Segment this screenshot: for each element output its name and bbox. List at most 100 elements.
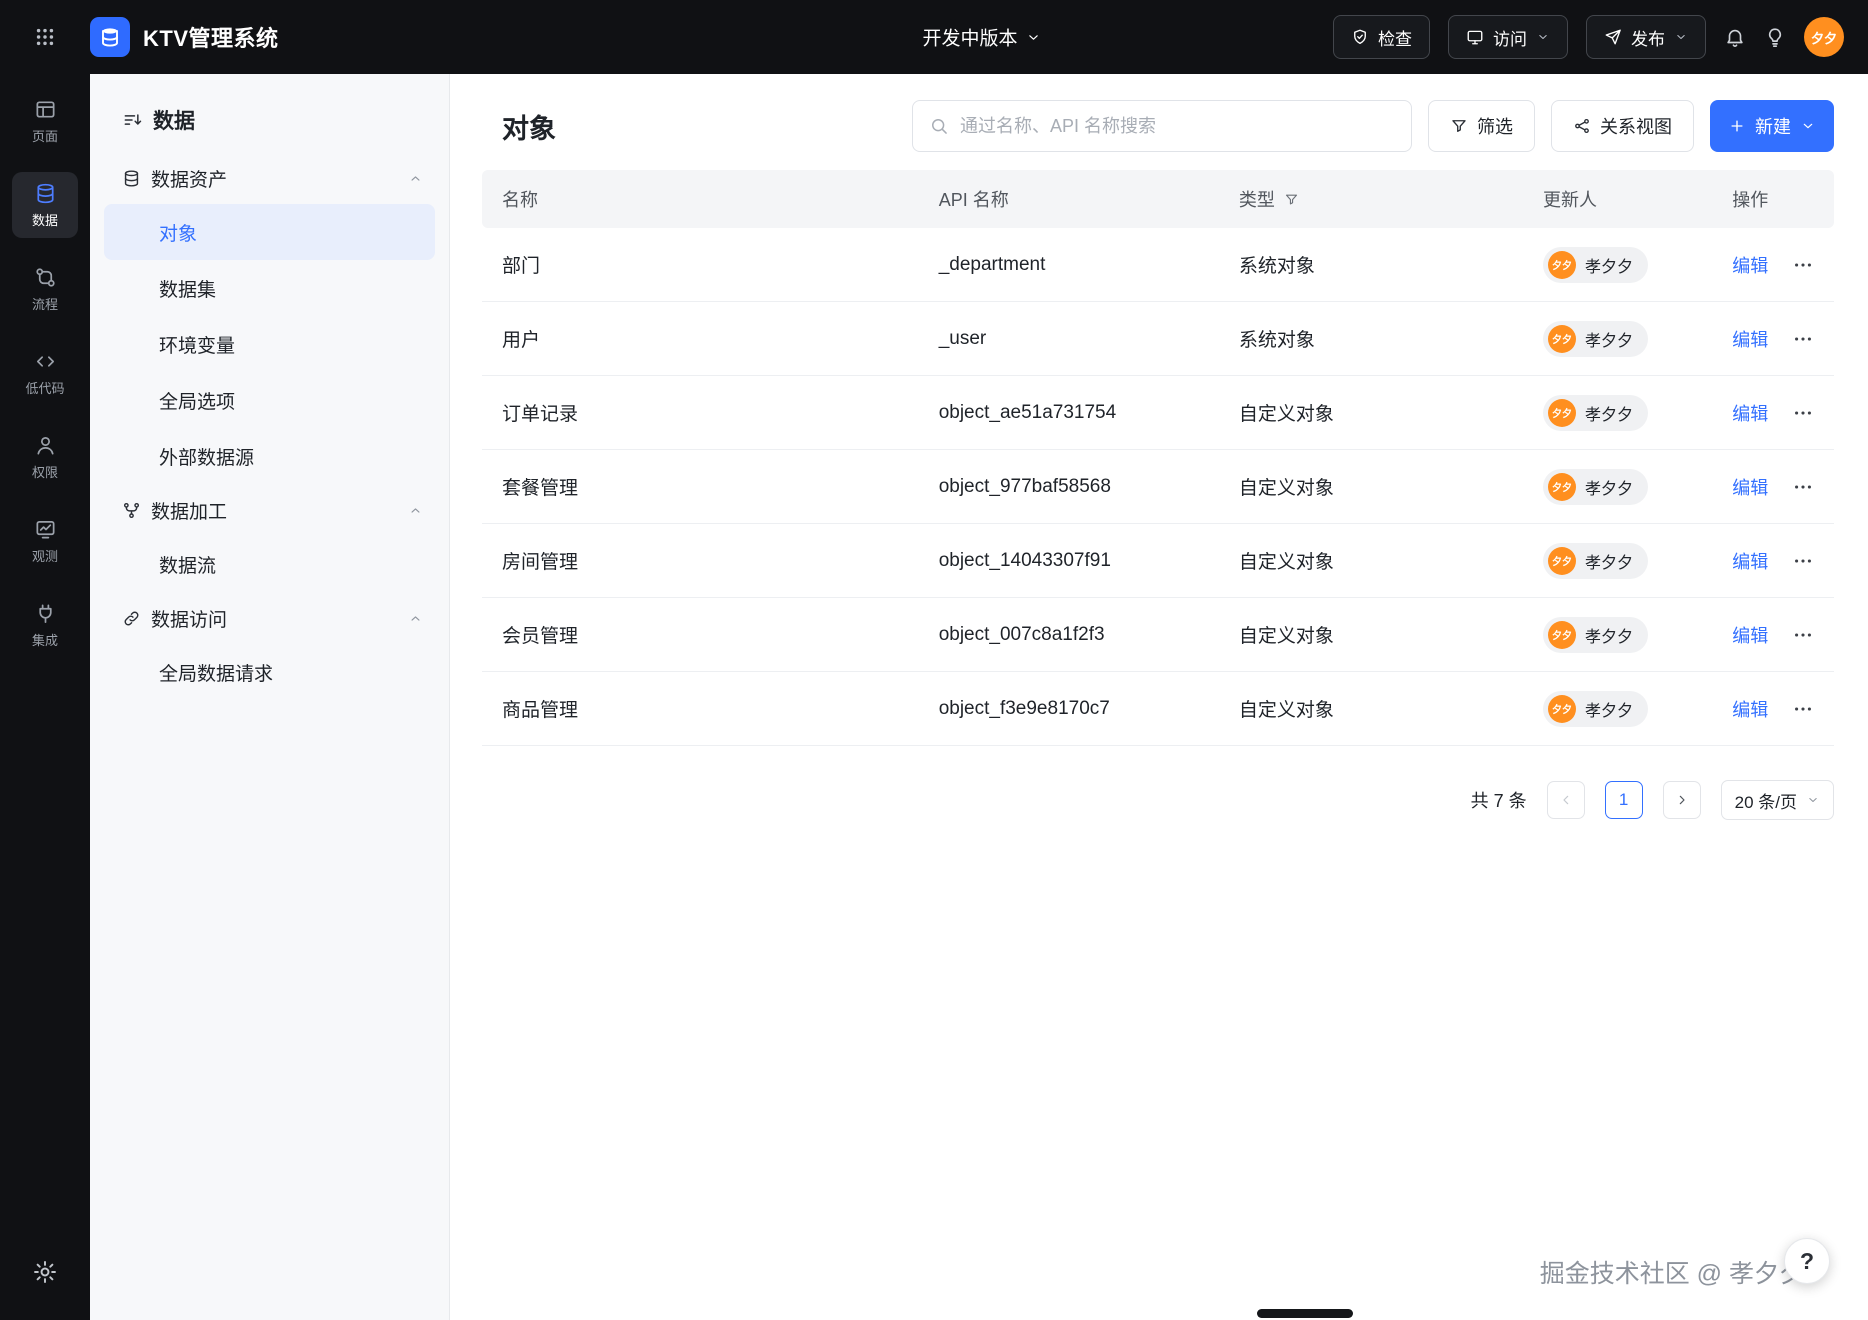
column-header-label: 类型: [1238, 190, 1275, 210]
rail-item-page[interactable]: 页面: [12, 88, 78, 154]
paper-plane-icon: [1604, 28, 1622, 46]
user-avatar[interactable]: 夕夕: [1804, 17, 1844, 57]
create-label: 新建: [1755, 117, 1791, 137]
database-icon: [34, 182, 57, 205]
updater-badge: 夕夕 孝夕夕: [1543, 468, 1649, 505]
cell-actions: 编辑: [1712, 548, 1834, 574]
sidebar-item[interactable]: 对象: [104, 204, 435, 260]
version-switcher[interactable]: 开发中版本: [922, 24, 1041, 51]
edit-link[interactable]: 编辑: [1732, 548, 1768, 574]
cell-updater: 夕夕 孝夕夕: [1523, 542, 1712, 579]
table-body: 部门 _department 系统对象 夕夕 孝夕夕 编辑 用户 _user 系统对象 夕夕 孝夕夕…: [482, 228, 1834, 746]
next-page-button[interactable]: [1662, 781, 1701, 819]
page-size-select[interactable]: 20 条/页: [1720, 780, 1834, 820]
updater-avatar: 夕夕: [1548, 398, 1577, 427]
edit-link[interactable]: 编辑: [1732, 622, 1768, 648]
sidebar-group[interactable]: 数据资产: [104, 152, 435, 204]
gear-icon[interactable]: [32, 1259, 58, 1285]
column-header-label: 更新人: [1543, 190, 1598, 210]
sidebar-item-label: 全局选项: [159, 391, 236, 413]
rail-item-permission[interactable]: 权限: [12, 424, 78, 490]
sidebar-item[interactable]: 环境变量: [104, 316, 435, 372]
sidebar-item-label: 数据流: [159, 555, 217, 577]
edit-link[interactable]: 编辑: [1732, 252, 1768, 278]
table-row: 用户 _user 系统对象 夕夕 孝夕夕 编辑: [482, 302, 1834, 376]
sidebar-item[interactable]: 全局选项: [104, 372, 435, 428]
more-icon[interactable]: [1792, 476, 1814, 498]
chevron-down-icon: [1026, 29, 1042, 45]
more-icon[interactable]: [1792, 328, 1814, 350]
sidebar-item[interactable]: 外部数据源: [104, 428, 435, 484]
updater-name: 孝夕夕: [1585, 554, 1634, 572]
more-icon[interactable]: [1792, 550, 1814, 572]
sidebar-item[interactable]: 数据集: [104, 260, 435, 316]
column-header: 类型: [1219, 186, 1523, 212]
sidebar-item-label: 数据集: [159, 279, 217, 301]
link-icon: [122, 609, 141, 628]
more-icon[interactable]: [1792, 698, 1814, 720]
cell-type: 系统对象: [1238, 330, 1315, 351]
sidebar-item[interactable]: 全局数据请求: [104, 644, 435, 700]
more-icon[interactable]: [1792, 624, 1814, 646]
rail-item-flow[interactable]: 流程: [12, 256, 78, 322]
cell-type: 自定义对象: [1238, 552, 1334, 573]
visit-button[interactable]: 访问: [1448, 15, 1568, 59]
table-row: 房间管理 object_14043307f91 自定义对象 夕夕 孝夕夕 编辑: [482, 524, 1834, 598]
filter-icon[interactable]: [1284, 192, 1299, 207]
sidebar-group[interactable]: 数据访问: [104, 592, 435, 644]
updater-badge: 夕夕 孝夕夕: [1543, 246, 1649, 283]
filter-button[interactable]: 筛选: [1428, 100, 1535, 152]
updater-avatar: 夕夕: [1548, 694, 1577, 723]
relation-view-button[interactable]: 关系视图: [1551, 100, 1694, 152]
updater-avatar: 夕夕: [1548, 620, 1577, 649]
rail-item-code[interactable]: 低代码: [12, 340, 78, 406]
relation-label: 关系视图: [1600, 117, 1672, 137]
app-launcher-button[interactable]: [0, 26, 90, 48]
more-icon[interactable]: [1792, 402, 1814, 424]
publish-button[interactable]: 发布: [1586, 15, 1706, 59]
cell-type: 系统对象: [1238, 256, 1315, 277]
sidebar-item[interactable]: 数据流: [104, 536, 435, 592]
sidebar-group-label: 数据资产: [151, 169, 228, 191]
edit-link[interactable]: 编辑: [1732, 474, 1768, 500]
help-button[interactable]: ?: [1784, 1238, 1830, 1284]
topbar-actions: 检查 访问 发布 夕夕: [1333, 15, 1868, 59]
rail-item-database[interactable]: 数据: [12, 172, 78, 238]
edit-link[interactable]: 编辑: [1732, 326, 1768, 352]
sidebar-group-label: 数据访问: [151, 609, 228, 631]
page-size-label: 20 条/页: [1734, 792, 1797, 812]
page-number-button[interactable]: 1: [1604, 781, 1643, 819]
sidebar-items: 数据资产对象数据集环境变量全局选项外部数据源 数据加工数据流数据访问全局数据请求: [104, 152, 435, 700]
cell-actions: 编辑: [1712, 474, 1834, 500]
sidebar-item-label: 对象: [159, 223, 198, 245]
rail-item-label: 观测: [31, 548, 58, 564]
lightbulb-icon[interactable]: [1764, 26, 1786, 48]
rail-item-observe[interactable]: 观测: [12, 508, 78, 574]
updater-avatar: 夕夕: [1548, 250, 1577, 279]
cell-actions: 编辑: [1712, 326, 1834, 352]
check-button[interactable]: 检查: [1333, 15, 1430, 59]
edit-link[interactable]: 编辑: [1732, 696, 1768, 722]
watermark: 掘金技术社区 @ 孝夕夕: [1539, 1260, 1804, 1288]
more-icon[interactable]: [1792, 254, 1814, 276]
search-box[interactable]: [912, 100, 1412, 152]
bottom-scrollbar[interactable]: [1257, 1309, 1353, 1318]
cell-name: 房间管理: [502, 552, 579, 573]
cell-actions: 编辑: [1712, 252, 1834, 278]
cell-api-name: object_ae51a731754: [938, 401, 1117, 423]
prev-page-button[interactable]: [1546, 781, 1585, 819]
create-button[interactable]: 新建: [1710, 100, 1834, 152]
sidebar-group[interactable]: 数据加工: [104, 484, 435, 536]
publish-label: 发布: [1631, 29, 1665, 49]
rail-items: 页面数据流程低代码权限观测集成: [12, 88, 78, 658]
check-label: 检查: [1378, 29, 1412, 49]
table-header: 名称 API 名称 类型 更新人 操作: [482, 170, 1834, 228]
search-input[interactable]: [960, 115, 1395, 137]
bell-icon[interactable]: [1724, 26, 1746, 48]
chevron-up-icon: [408, 611, 423, 626]
column-header: API 名称: [919, 186, 1219, 212]
cell-type: 自定义对象: [1238, 700, 1334, 721]
edit-link[interactable]: 编辑: [1732, 400, 1768, 426]
branch-icon: [122, 501, 141, 520]
rail-item-integration[interactable]: 集成: [12, 592, 78, 658]
